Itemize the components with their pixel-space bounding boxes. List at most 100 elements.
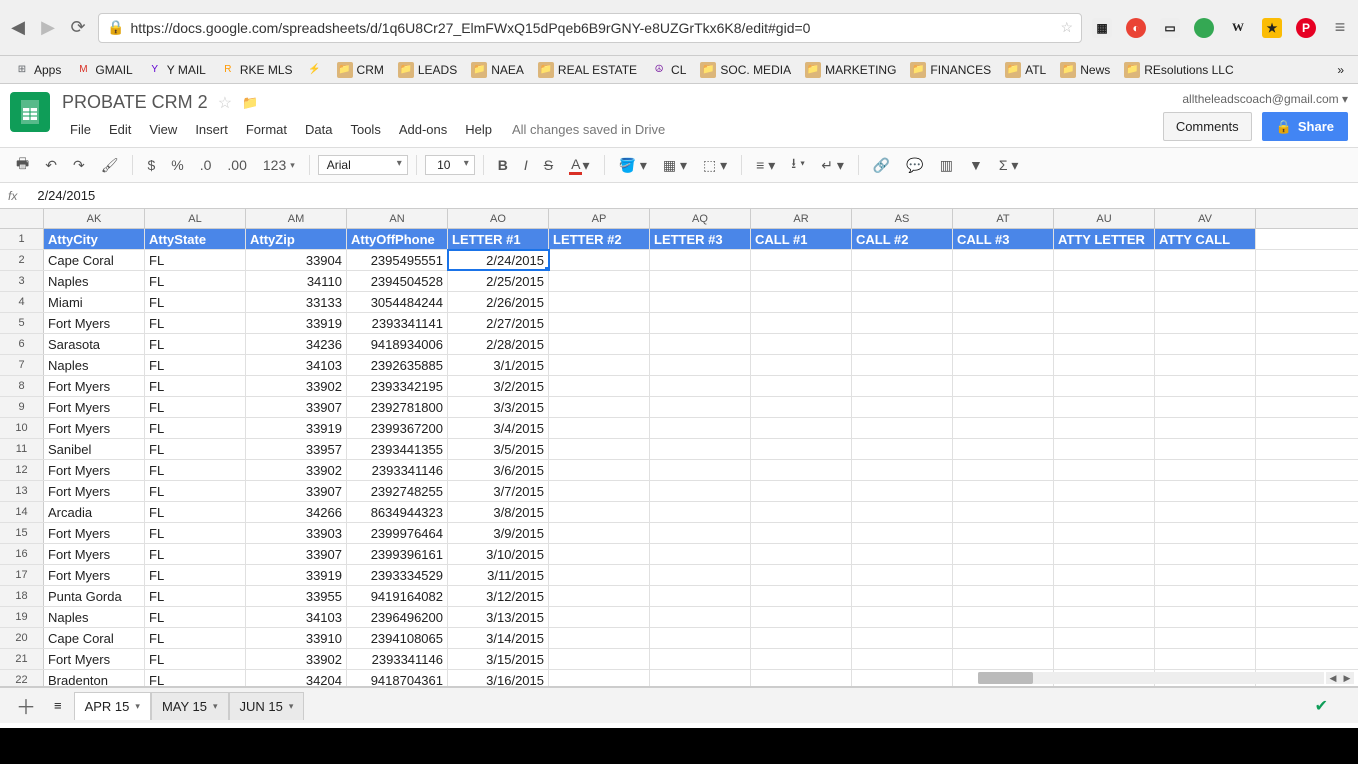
cell[interactable] — [549, 334, 650, 354]
cell[interactable]: FL — [145, 250, 246, 270]
cell[interactable] — [953, 586, 1054, 606]
cell[interactable]: Cape Coral — [44, 250, 145, 270]
cell[interactable]: FL — [145, 355, 246, 375]
insert-link-icon[interactable]: 🔗 — [867, 153, 896, 178]
cell[interactable] — [953, 628, 1054, 648]
cell[interactable] — [852, 607, 953, 627]
cell[interactable] — [1155, 544, 1256, 564]
cell[interactable] — [751, 439, 852, 459]
cell[interactable]: 3/6/2015 — [448, 460, 549, 480]
cell[interactable] — [1155, 607, 1256, 627]
number-format-dropdown[interactable]: 123 — [257, 153, 301, 177]
sheet-tab-may-15[interactable]: MAY 15▾ — [151, 692, 229, 720]
row-header-22[interactable]: 22 — [0, 670, 44, 687]
cell[interactable] — [1155, 649, 1256, 669]
cell[interactable] — [1155, 586, 1256, 606]
cell[interactable] — [1054, 292, 1155, 312]
bookmark-apps[interactable]: ⊞Apps — [8, 60, 67, 80]
cell[interactable] — [852, 544, 953, 564]
row-header-2[interactable]: 2 — [0, 250, 44, 270]
cell[interactable]: 2392635885 — [347, 355, 448, 375]
cell[interactable] — [1054, 271, 1155, 291]
cell[interactable] — [852, 334, 953, 354]
add-sheet-button[interactable]: ＋ — [10, 691, 42, 720]
cell[interactable] — [953, 565, 1054, 585]
cell[interactable] — [549, 481, 650, 501]
cell[interactable] — [953, 397, 1054, 417]
cell[interactable] — [650, 397, 751, 417]
cell[interactable]: Naples — [44, 271, 145, 291]
row-header-21[interactable]: 21 — [0, 649, 44, 669]
cell[interactable] — [650, 355, 751, 375]
cell[interactable] — [852, 586, 953, 606]
bookmark-finances[interactable]: 📁FINANCES — [904, 60, 997, 80]
cell[interactable] — [953, 649, 1054, 669]
bookmarks-overflow-icon[interactable]: » — [1331, 63, 1350, 77]
cell[interactable] — [852, 397, 953, 417]
back-button[interactable]: ◀ — [8, 18, 28, 38]
bookmark-gmail[interactable]: MGMAIL — [69, 60, 138, 80]
cell[interactable] — [549, 439, 650, 459]
cell[interactable]: Sarasota — [44, 334, 145, 354]
col-header-AT[interactable]: AT — [953, 209, 1054, 228]
merge-cells-icon[interactable]: ⬚ ▾ — [697, 153, 733, 178]
cell[interactable] — [1155, 460, 1256, 480]
cell[interactable] — [549, 502, 650, 522]
bookmark-crm[interactable]: 📁CRM — [331, 60, 390, 80]
menu-insert[interactable]: Insert — [187, 119, 236, 140]
cell[interactable] — [852, 481, 953, 501]
cell[interactable] — [549, 397, 650, 417]
header-cell[interactable]: CALL #2 — [852, 229, 953, 249]
cell[interactable] — [1155, 628, 1256, 648]
cell[interactable]: 3/1/2015 — [448, 355, 549, 375]
cell[interactable]: 34266 — [246, 502, 347, 522]
cell[interactable]: 2399367200 — [347, 418, 448, 438]
header-cell[interactable]: AttyZip — [246, 229, 347, 249]
cell[interactable]: 2/25/2015 — [448, 271, 549, 291]
col-header-AU[interactable]: AU — [1054, 209, 1155, 228]
all-sheets-button[interactable]: ≡ — [50, 698, 66, 713]
cell[interactable] — [1054, 376, 1155, 396]
menu-add-ons[interactable]: Add-ons — [391, 119, 455, 140]
cell[interactable]: 3/12/2015 — [448, 586, 549, 606]
menu-view[interactable]: View — [141, 119, 185, 140]
cell[interactable] — [953, 607, 1054, 627]
insert-chart-icon[interactable]: ▥ — [934, 153, 959, 178]
cell[interactable] — [1054, 628, 1155, 648]
cell[interactable]: 33903 — [246, 523, 347, 543]
cell[interactable]: 2394108065 — [347, 628, 448, 648]
horizontal-scrollbar[interactable] — [978, 672, 1324, 684]
cell[interactable] — [1155, 334, 1256, 354]
col-header-AV[interactable]: AV — [1155, 209, 1256, 228]
cell[interactable] — [953, 376, 1054, 396]
bookmark-real-estate[interactable]: 📁REAL ESTATE — [532, 60, 643, 80]
cell[interactable] — [1054, 460, 1155, 480]
document-title[interactable]: PROBATE CRM 2 — [62, 92, 208, 113]
row-header-16[interactable]: 16 — [0, 544, 44, 564]
header-cell[interactable]: LETTER #3 — [650, 229, 751, 249]
cell[interactable] — [650, 313, 751, 333]
cell[interactable] — [953, 523, 1054, 543]
cell[interactable] — [1054, 544, 1155, 564]
row-header-20[interactable]: 20 — [0, 628, 44, 648]
cell[interactable]: FL — [145, 292, 246, 312]
cell[interactable]: 33902 — [246, 460, 347, 480]
cell[interactable]: FL — [145, 649, 246, 669]
header-cell[interactable]: AttyState — [145, 229, 246, 249]
sheet-tab-menu-icon[interactable]: ▾ — [289, 701, 294, 712]
cell[interactable] — [852, 670, 953, 687]
cell[interactable]: 34103 — [246, 355, 347, 375]
cell[interactable] — [852, 292, 953, 312]
increase-decimal-button[interactable]: .00 — [221, 153, 252, 177]
header-cell[interactable]: CALL #1 — [751, 229, 852, 249]
cell[interactable] — [852, 355, 953, 375]
row-header-7[interactable]: 7 — [0, 355, 44, 375]
col-header-AO[interactable]: AO — [448, 209, 549, 228]
cell[interactable]: FL — [145, 523, 246, 543]
cell[interactable] — [1155, 397, 1256, 417]
cell[interactable] — [650, 502, 751, 522]
cell[interactable] — [549, 250, 650, 270]
cell[interactable]: 3/14/2015 — [448, 628, 549, 648]
cell[interactable]: 33902 — [246, 376, 347, 396]
format-currency-button[interactable]: $ — [141, 153, 161, 177]
